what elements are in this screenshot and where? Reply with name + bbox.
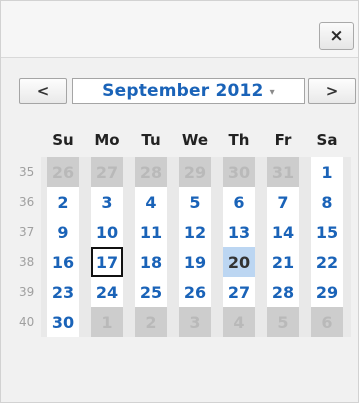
day-cell-other-month: 4 [223, 307, 255, 337]
day-cell-other-month: 27 [91, 157, 123, 187]
day-cell[interactable]: 1 [311, 157, 343, 187]
day-cell-other-month: 3 [179, 307, 211, 337]
day-cell[interactable]: 2 [47, 187, 79, 217]
day-cell-other-month: 26 [47, 157, 79, 187]
day-cell-other-month: 29 [179, 157, 211, 187]
day-cell[interactable]: 6 [223, 187, 255, 217]
week-number: 37 [19, 225, 35, 239]
day-cell-other-month: 1 [91, 307, 123, 337]
day-of-week-header: Mo [94, 131, 120, 149]
day-cell[interactable]: 5 [179, 187, 211, 217]
day-cell[interactable]: 22 [311, 247, 343, 277]
day-cell[interactable]: 29 [311, 277, 343, 307]
day-cell[interactable]: 30 [47, 307, 79, 337]
day-of-week-header: We [181, 131, 209, 149]
day-cell[interactable]: 23 [47, 277, 79, 307]
day-cell[interactable]: 18 [135, 247, 167, 277]
day-cell[interactable]: 8 [311, 187, 343, 217]
day-cell[interactable]: 26 [179, 277, 211, 307]
day-cell[interactable]: 13 [223, 217, 255, 247]
day-cell[interactable]: 14 [267, 217, 299, 247]
close-button[interactable]: × [319, 22, 354, 50]
day-cell[interactable]: 19 [179, 247, 211, 277]
day-cell[interactable]: 25 [135, 277, 167, 307]
day-of-week-header: Sa [316, 131, 338, 149]
day-cell[interactable]: 15 [311, 217, 343, 247]
day-cell-other-month: 2 [135, 307, 167, 337]
next-month-button[interactable]: > [308, 78, 356, 104]
day-of-week-header: Th [228, 131, 250, 149]
day-of-week-header: Tu [141, 131, 161, 149]
day-cell-highlighted[interactable]: 20 [223, 247, 255, 277]
day-cell[interactable]: 28 [267, 277, 299, 307]
close-icon: × [329, 26, 344, 46]
week-number: 36 [19, 195, 35, 209]
popup-titlebar: × [1, 1, 358, 58]
day-cell[interactable]: 10 [91, 217, 123, 247]
day-cell[interactable]: 9 [47, 217, 79, 247]
chevron-right-icon: > [325, 82, 339, 100]
week-number: 35 [19, 165, 35, 179]
day-cell[interactable]: 4 [135, 187, 167, 217]
day-cell-other-month: 28 [135, 157, 167, 187]
month-year-label: September 2012 [102, 81, 264, 101]
month-year-select[interactable]: September 2012 ▾ [72, 78, 305, 104]
day-cell-selected[interactable]: 17 [91, 247, 123, 277]
day-cell[interactable]: 7 [267, 187, 299, 217]
day-cell-other-month: 5 [267, 307, 299, 337]
day-cell[interactable]: 12 [179, 217, 211, 247]
datepicker-popup: × < September 2012 ▾ > Su Mo Tu We Th Fr Sa 35 2… [0, 0, 359, 403]
day-cell[interactable]: 3 [91, 187, 123, 217]
day-of-week-header: Su [52, 131, 74, 149]
week-number: 38 [19, 255, 35, 269]
prev-month-button[interactable]: < [19, 78, 67, 104]
day-cell-other-month: 6 [311, 307, 343, 337]
day-cell[interactable]: 11 [135, 217, 167, 247]
week-number: 40 [19, 315, 35, 329]
day-cell[interactable]: 16 [47, 247, 79, 277]
day-cell[interactable]: 27 [223, 277, 255, 307]
day-cell-other-month: 30 [223, 157, 255, 187]
day-cell[interactable]: 21 [267, 247, 299, 277]
chevron-left-icon: < [36, 82, 50, 100]
day-cell[interactable]: 24 [91, 277, 123, 307]
day-of-week-header: Fr [274, 131, 292, 149]
week-number: 39 [19, 285, 35, 299]
chevron-down-icon: ▾ [269, 86, 275, 98]
day-cell-other-month: 31 [267, 157, 299, 187]
